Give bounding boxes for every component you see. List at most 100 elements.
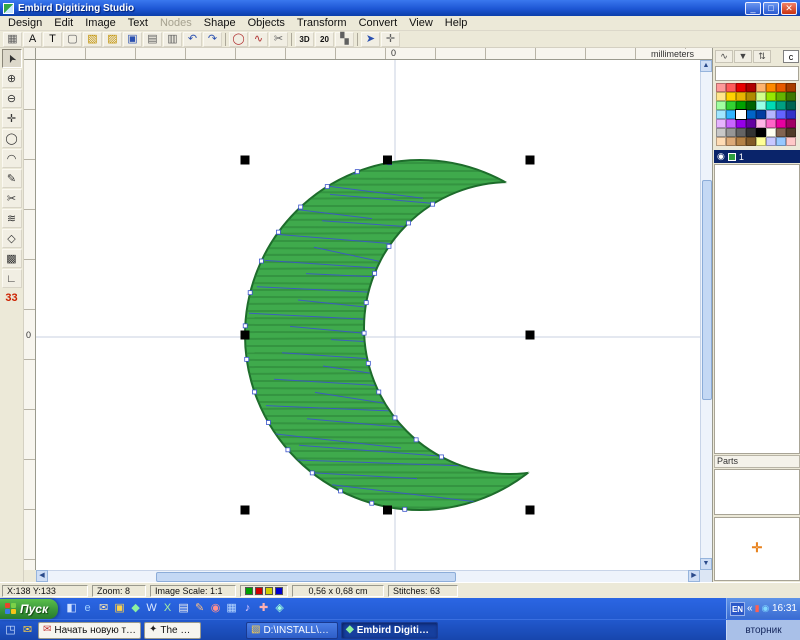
palette-swatch[interactable] bbox=[746, 110, 756, 119]
canvas-area[interactable] bbox=[36, 60, 700, 570]
ql-window[interactable]: ◳ bbox=[3, 625, 18, 636]
palette-swatch[interactable] bbox=[716, 137, 726, 146]
zoom-in-tool[interactable]: ⊕ bbox=[2, 69, 22, 88]
stitch-node[interactable] bbox=[362, 331, 366, 335]
design-canvas[interactable] bbox=[36, 60, 700, 570]
ql-gem[interactable]: ◈ bbox=[272, 603, 287, 614]
clock[interactable]: 16:31 bbox=[772, 603, 797, 614]
stitch-node[interactable] bbox=[299, 205, 303, 209]
ql-app-2[interactable]: ◆ bbox=[128, 603, 143, 614]
pan-tool[interactable]: ✛ bbox=[2, 109, 22, 128]
tray-icon-red[interactable]: ▮ bbox=[755, 604, 760, 613]
stitch-node[interactable] bbox=[414, 438, 418, 442]
palette-swatch[interactable] bbox=[726, 101, 736, 110]
selection-handle[interactable] bbox=[526, 331, 535, 340]
scroll-left-button[interactable]: ◀ bbox=[36, 570, 48, 582]
stitch-node[interactable] bbox=[243, 324, 247, 328]
ql-browser[interactable]: e bbox=[80, 603, 95, 614]
palette-swatch[interactable] bbox=[786, 101, 796, 110]
start-button[interactable]: Пуск bbox=[0, 599, 58, 619]
palette-swatch[interactable] bbox=[776, 92, 786, 101]
palette-swatch[interactable] bbox=[766, 128, 776, 137]
tray-icon-blue[interactable]: ◉ bbox=[762, 604, 770, 613]
selection-handle[interactable] bbox=[526, 506, 535, 515]
stitch-node[interactable] bbox=[276, 230, 280, 234]
selection-handle[interactable] bbox=[526, 156, 535, 165]
minimize-button[interactable]: _ bbox=[745, 2, 761, 15]
tray-collapse-button[interactable]: « bbox=[747, 603, 753, 614]
import-button[interactable]: ▨ bbox=[103, 32, 122, 47]
arrow-right-button[interactable]: ➤ bbox=[361, 32, 380, 47]
selection-handle[interactable] bbox=[383, 156, 392, 165]
palette-swatch[interactable] bbox=[766, 101, 776, 110]
palette-swatch[interactable] bbox=[736, 119, 746, 128]
circle-tool[interactable]: ◯ bbox=[2, 129, 22, 148]
stitch-node[interactable] bbox=[325, 185, 329, 189]
language-indicator[interactable]: EN bbox=[730, 602, 745, 616]
menu-shape[interactable]: Shape bbox=[198, 17, 242, 29]
outline-tool[interactable]: ◇ bbox=[2, 229, 22, 248]
palette-swatch[interactable] bbox=[736, 110, 746, 119]
ql-excel[interactable]: X bbox=[160, 603, 175, 614]
new-file-button[interactable]: ▢ bbox=[63, 32, 82, 47]
zoom-out-tool[interactable]: ⊖ bbox=[2, 89, 22, 108]
menu-edit[interactable]: Edit bbox=[48, 17, 79, 29]
stitch-view-button[interactable]: ▚ bbox=[335, 32, 354, 47]
task-thebat[interactable]: ✦The Bat! bbox=[144, 622, 201, 639]
horizontal-scroll-thumb[interactable] bbox=[156, 572, 456, 582]
menu-nodes[interactable]: Nodes bbox=[154, 17, 198, 29]
close-button[interactable]: ✕ bbox=[781, 2, 797, 15]
ql-music[interactable]: ♪ bbox=[240, 603, 255, 614]
text-a-button[interactable]: A bbox=[23, 32, 42, 47]
palette-swatch[interactable] bbox=[726, 137, 736, 146]
palette-swatch[interactable] bbox=[766, 110, 776, 119]
text-t-button[interactable]: T bbox=[43, 32, 62, 47]
circle-shape-button[interactable]: ◯ bbox=[229, 32, 248, 47]
horizontal-scrollbar[interactable]: ◀ ▶ bbox=[36, 570, 700, 582]
layer-row-selected[interactable]: ◉ 1 bbox=[714, 150, 800, 163]
ql-word[interactable]: W bbox=[144, 603, 159, 614]
palette-swatch[interactable] bbox=[756, 110, 766, 119]
scroll-up-button[interactable]: ▲ bbox=[700, 60, 712, 72]
stitch-node[interactable] bbox=[339, 489, 343, 493]
palette-swatch[interactable] bbox=[756, 137, 766, 146]
stitch-node[interactable] bbox=[286, 448, 290, 452]
palette-swatch[interactable] bbox=[756, 101, 766, 110]
thread-style-button[interactable]: ∿ bbox=[715, 50, 733, 63]
stitch-node[interactable] bbox=[439, 455, 443, 459]
menu-image[interactable]: Image bbox=[79, 17, 122, 29]
menu-view[interactable]: View bbox=[403, 17, 439, 29]
parts-list[interactable] bbox=[714, 469, 800, 515]
visibility-icon[interactable]: ◉ bbox=[717, 151, 725, 162]
palette-swatch[interactable] bbox=[786, 137, 796, 146]
palette-swatch[interactable] bbox=[776, 110, 786, 119]
selection-handle[interactable] bbox=[241, 156, 250, 165]
palette-swatch[interactable] bbox=[766, 137, 776, 146]
column-tool[interactable]: ≋ bbox=[2, 209, 22, 228]
view-3d-button[interactable]: 3D bbox=[295, 32, 314, 47]
pattern-button[interactable]: ▦ bbox=[3, 32, 22, 47]
palette-swatch[interactable] bbox=[786, 110, 796, 119]
palette-swatch[interactable] bbox=[746, 119, 756, 128]
undo-button[interactable]: ↶ bbox=[183, 32, 202, 47]
palette-swatch[interactable] bbox=[786, 92, 796, 101]
palette-swatch[interactable] bbox=[726, 119, 736, 128]
palette-swatch[interactable] bbox=[716, 83, 726, 92]
ql-editor[interactable]: ✎ bbox=[192, 603, 207, 614]
task-explorer[interactable]: ▧D:\INSTALL\Разное\Embird bbox=[246, 622, 338, 639]
palette-swatch[interactable] bbox=[786, 119, 796, 128]
palette-swatch[interactable] bbox=[736, 137, 746, 146]
palette-swatch[interactable] bbox=[726, 128, 736, 137]
open-folder-button[interactable]: ▧ bbox=[83, 32, 102, 47]
palette-swatch[interactable] bbox=[736, 128, 746, 137]
palette-swatch[interactable] bbox=[726, 110, 736, 119]
palette-swatch[interactable] bbox=[736, 101, 746, 110]
stitch-node[interactable] bbox=[393, 416, 397, 420]
arc-tool[interactable]: ◠ bbox=[2, 149, 22, 168]
stitch-node[interactable] bbox=[259, 259, 263, 263]
palette-swatch[interactable] bbox=[776, 128, 786, 137]
task-forum[interactable]: ✉Начать новую тему :: В... bbox=[38, 622, 141, 639]
palette-swatch[interactable] bbox=[716, 128, 726, 137]
palette-swatch[interactable] bbox=[766, 83, 776, 92]
stitch-node[interactable] bbox=[407, 221, 411, 225]
